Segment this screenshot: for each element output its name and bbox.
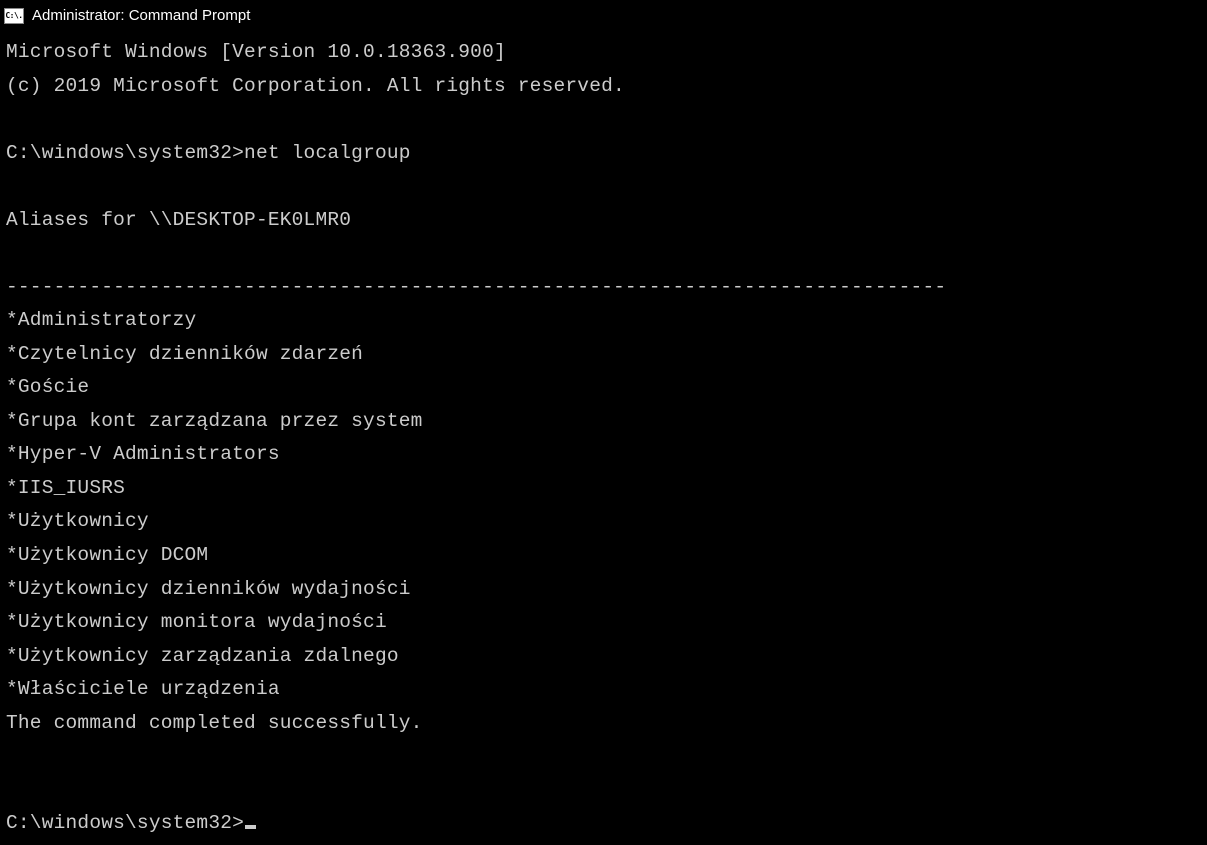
group-item: *Czytelnicy dzienników zdarzeń bbox=[6, 343, 363, 365]
group-item: *Hyper-V Administrators bbox=[6, 443, 280, 465]
titlebar[interactable]: C:\. Administrator: Command Prompt bbox=[0, 0, 1207, 32]
group-item: *Administratorzy bbox=[6, 309, 196, 331]
aliases-header: Aliases for \\DESKTOP-EK0LMR0 bbox=[6, 209, 351, 231]
group-item: *Użytkownicy monitora wydajności bbox=[6, 611, 387, 633]
completion-message: The command completed successfully. bbox=[6, 712, 423, 734]
window-title: Administrator: Command Prompt bbox=[32, 7, 250, 24]
banner-copyright: (c) 2019 Microsoft Corporation. All righ… bbox=[6, 75, 625, 97]
prompt-path-2: C:\windows\system32> bbox=[6, 812, 244, 834]
prompt-path-1: C:\windows\system32> bbox=[6, 142, 244, 164]
cursor bbox=[245, 825, 256, 829]
separator: ----------------------------------------… bbox=[6, 276, 946, 298]
group-item: *Goście bbox=[6, 376, 89, 398]
group-item: *IIS_IUSRS bbox=[6, 477, 125, 499]
cmd-icon: C:\. bbox=[4, 8, 24, 24]
banner-version: Microsoft Windows [Version 10.0.18363.90… bbox=[6, 41, 506, 63]
terminal-output[interactable]: Microsoft Windows [Version 10.0.18363.90… bbox=[0, 32, 1207, 845]
command-1: net localgroup bbox=[244, 142, 411, 164]
cmd-icon-text: C:\. bbox=[5, 12, 22, 20]
group-item: *Grupa kont zarządzana przez system bbox=[6, 410, 423, 432]
group-item: *Użytkownicy DCOM bbox=[6, 544, 208, 566]
group-item: *Użytkownicy zarządzania zdalnego bbox=[6, 645, 399, 667]
group-item: *Właściciele urządzenia bbox=[6, 678, 280, 700]
group-item: *Użytkownicy dzienników wydajności bbox=[6, 578, 411, 600]
group-item: *Użytkownicy bbox=[6, 510, 149, 532]
